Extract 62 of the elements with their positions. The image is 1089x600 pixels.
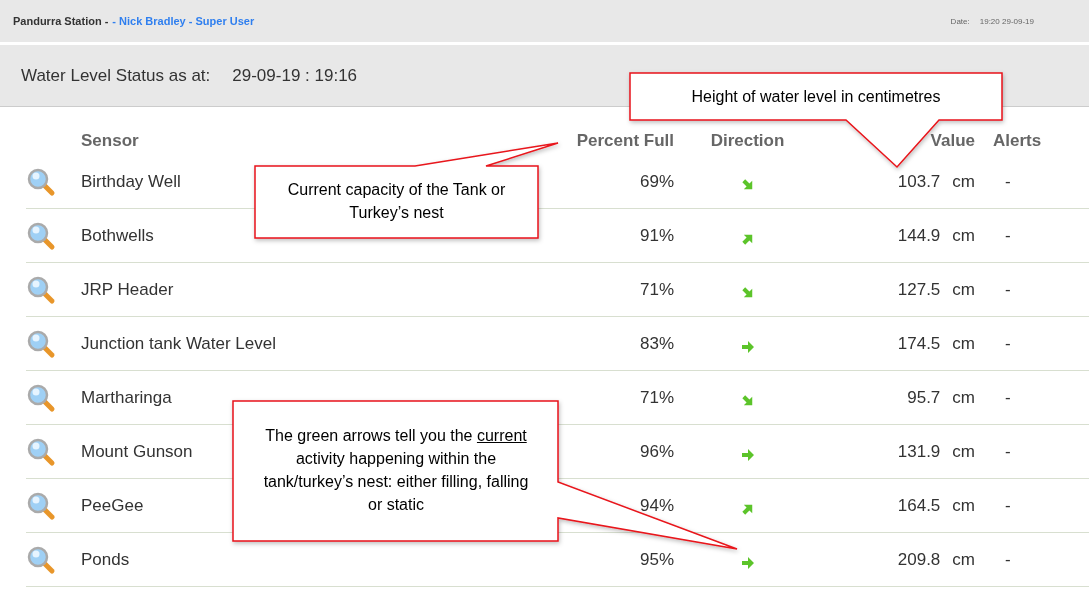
- magnifier-icon[interactable]: [26, 490, 56, 521]
- magnifier-icon[interactable]: [26, 436, 56, 467]
- value-reading: 131.9: [897, 441, 941, 462]
- percent-full: 71%: [639, 387, 674, 408]
- column-header: Alerts: [992, 130, 1043, 152]
- sensor-name: Birthday Well: [81, 171, 181, 192]
- alerts-value: -: [1005, 171, 1011, 192]
- magnifier-icon[interactable]: [26, 382, 56, 413]
- user-link[interactable]: - Nick Bradley - Super User: [112, 15, 255, 27]
- value-reading: 127.5: [897, 279, 941, 300]
- column-header: Percent Full: [575, 130, 674, 152]
- unit-label: cm: [952, 279, 975, 300]
- date-label: Date:: [950, 16, 970, 26]
- callout-text: The green arrows tell you the current activity happening within the tank/turkey’s nest: either filling, falling or static: [262, 426, 530, 515]
- station-name: Pandurra Station -: [13, 15, 109, 27]
- column-header: Value: [929, 130, 975, 152]
- callout-text: Current capacity of the Tank or Turkey’s nest: [286, 180, 507, 223]
- value-reading: 164.5: [897, 495, 941, 516]
- magnifier-icon[interactable]: [26, 328, 56, 359]
- status-label: Water Level Status as at:: [21, 65, 211, 86]
- date-value: 19:20 29-09-19: [979, 16, 1034, 26]
- percent-full: 71%: [639, 279, 674, 300]
- magnifier-icon[interactable]: [26, 166, 56, 197]
- unit-label: cm: [952, 387, 975, 408]
- sensor-name: Ponds: [81, 549, 130, 570]
- status-timestamp: 29-09-19 : 19:16: [232, 65, 358, 86]
- percent-full: 91%: [639, 225, 674, 246]
- alerts-value: -: [1005, 279, 1011, 300]
- unit-label: cm: [952, 549, 975, 570]
- percent-full: 83%: [639, 333, 674, 354]
- unit-label: cm: [952, 333, 975, 354]
- alerts-value: -: [1005, 549, 1011, 570]
- sensor-name: JRP Header: [81, 279, 174, 300]
- sensor-name: PeeGee: [81, 495, 144, 516]
- unit-label: cm: [952, 441, 975, 462]
- value-reading: 95.7: [907, 387, 941, 408]
- sensor-name: Mount Gunson: [81, 441, 193, 462]
- sensor-name: Junction tank Water Level: [81, 333, 276, 354]
- column-header: Direction: [709, 130, 786, 152]
- percent-full: 69%: [639, 171, 674, 192]
- magnifier-icon[interactable]: [26, 274, 56, 305]
- alerts-value: -: [1005, 333, 1011, 354]
- sensor-name: Bothwells: [81, 225, 154, 246]
- column-header: Sensor: [81, 130, 140, 152]
- percent-full: 96%: [639, 441, 674, 462]
- alerts-value: -: [1005, 225, 1011, 246]
- percent-full: 95%: [639, 549, 674, 570]
- unit-label: cm: [952, 225, 975, 246]
- magnifier-icon[interactable]: [26, 220, 56, 251]
- alerts-value: -: [1005, 495, 1011, 516]
- value-reading: 103.7: [897, 171, 941, 192]
- alerts-value: -: [1005, 441, 1011, 462]
- magnifier-icon[interactable]: [26, 544, 56, 575]
- value-reading: 209.8: [897, 549, 941, 570]
- callout-text: Height of water level in centimetres: [690, 87, 942, 107]
- unit-label: cm: [952, 495, 975, 516]
- value-reading: 174.5: [897, 333, 941, 354]
- sensor-name: Martharinga: [81, 387, 172, 408]
- value-reading: 144.9: [897, 225, 941, 246]
- unit-label: cm: [952, 171, 975, 192]
- percent-full: 94%: [639, 495, 674, 516]
- alerts-value: -: [1005, 387, 1011, 408]
